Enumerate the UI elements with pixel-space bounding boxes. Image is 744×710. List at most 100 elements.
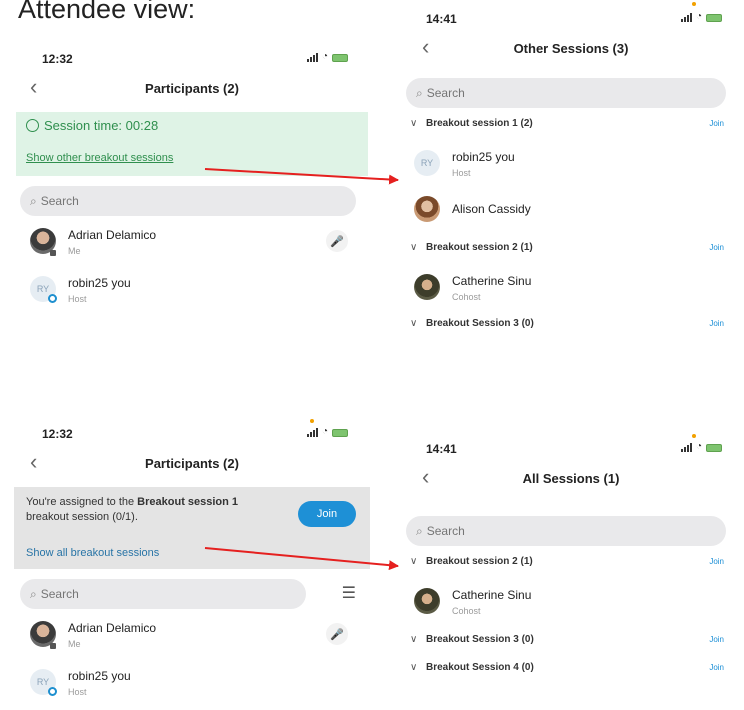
participant-row[interactable]: Adrian Delamico Me 🎤 [14,613,370,661]
participant-row[interactable]: RY robin25 you Host [14,268,370,316]
search-input[interactable] [426,86,675,100]
show-other-sessions-link[interactable]: Show other breakout sessions [26,152,173,164]
status-time: 14:41 [426,442,457,456]
screen-participants-assigned: 12:32 ◔ ‹ Participants (2) You're assign… [14,415,370,710]
battery-icon [706,444,722,452]
screen-all-sessions: 14:41 ◔ ‹ All Sessions (1) ⌕ ∨ Breakout … [398,430,744,710]
avatar: RY [414,150,440,176]
status-bar: 12:32 ◔ [14,415,370,447]
page-title: Participants (2) [145,456,239,471]
indicator-dot-icon [692,434,696,438]
search-bar[interactable]: ⌕ [20,186,356,216]
avatar [414,588,440,614]
session-row[interactable]: ∨ Breakout session 1 (2) Join [398,108,744,142]
nav-bar: ‹ Participants (2) [14,447,370,481]
session-row[interactable]: ∨ Breakout session 2 (1) Join [398,546,744,580]
session-name: Breakout session 1 (2) [426,118,533,129]
assignment-banner: You're assigned to the Breakout session … [14,487,370,569]
search-input[interactable] [426,524,675,538]
chevron-down-icon: ∨ [410,118,418,129]
status-time: 12:32 [42,427,73,441]
member-row[interactable]: Catherine Sinu Cohost [398,266,744,308]
search-input[interactable] [40,194,302,208]
participant-name: Adrian Delamico [68,621,157,635]
battery-icon [332,429,348,437]
session-time-text: Session time: 00:28 [44,118,159,133]
signal-icon [306,428,318,437]
screen-participants-green: 12:32 ◔ ‹ Participants (2) Session time:… [14,40,370,340]
magnifier-icon: ⌕ [416,85,423,100]
status-time: 14:41 [426,12,457,26]
wifi-icon: ◔ [321,426,328,437]
status-ring-icon [48,687,57,696]
page-title: Participants (2) [145,81,239,96]
list-icon[interactable]: ☰ [342,583,356,603]
page-title: Other Sessions (3) [513,41,629,56]
participant-name: Adrian Delamico [68,228,157,242]
member-role: Host [452,168,471,178]
search-input[interactable] [40,587,262,601]
mic-icon[interactable]: 🎤 [326,623,348,645]
join-link[interactable]: Join [709,119,724,128]
participant-role: Me [68,639,81,649]
signal-icon [306,53,318,62]
participant-row[interactable]: Adrian Delamico Me 🎤 [14,220,370,268]
session-time: Session time: 00:28 [26,118,358,133]
member-name: Catherine Sinu [452,274,532,288]
magnifier-icon: ⌕ [30,193,37,208]
join-link[interactable]: Join [709,319,724,328]
device-icon [50,250,56,256]
search-bar[interactable]: ⌕ [406,516,726,546]
session-name: Breakout Session 3 (0) [426,634,534,645]
clock-icon [26,119,39,132]
session-row[interactable]: ∨ Breakout Session 3 (0) Join [398,308,744,342]
session-name: Breakout Session 4 (0) [426,662,534,673]
chevron-down-icon: ∨ [410,318,418,329]
participant-role: Host [68,294,87,304]
status-icons: ◔ [306,426,348,437]
participant-role: Host [68,687,87,697]
status-bar: 14:41 ◔ [398,0,744,32]
chevron-down-icon: ∨ [410,556,418,567]
page-title: All Sessions (1) [522,471,620,486]
wifi-icon: ◔ [695,11,702,22]
battery-icon [332,54,348,62]
chevron-down-icon: ∨ [410,662,418,673]
member-row[interactable]: Alison Cassidy [398,188,744,232]
join-button[interactable]: Join [298,501,356,527]
show-all-sessions-link[interactable]: Show all breakout sessions [26,547,159,559]
chevron-down-icon: ∨ [410,634,418,645]
wifi-icon: ◔ [695,441,702,452]
status-bar: 14:41 ◔ [398,430,744,462]
participant-row[interactable]: RY robin25 you Host [14,661,370,709]
session-name: Breakout session 2 (1) [426,242,533,253]
nav-bar: ‹ All Sessions (1) [398,462,744,496]
session-row[interactable]: ∨ Breakout Session 4 (0) Join [398,652,744,686]
assignment-message: You're assigned to the Breakout session … [26,496,239,523]
nav-bar: ‹ Participants (2) [14,72,370,106]
screen-other-sessions: 14:41 ◔ ‹ Other Sessions (3) ⌕ ∨ Breakou… [398,0,744,350]
magnifier-icon: ⌕ [30,586,37,601]
magnifier-icon: ⌕ [416,523,423,538]
indicator-dot-icon [310,419,314,423]
mic-icon[interactable]: 🎤 [326,230,348,252]
member-row[interactable]: RY robin25 you Host [398,142,744,188]
participant-role: Me [68,246,81,256]
member-row[interactable]: Catherine Sinu Cohost [398,580,744,624]
session-name: Breakout Session 3 (0) [426,318,534,329]
status-icons: ◔ [306,52,348,62]
session-row[interactable]: ∨ Breakout session 2 (1) Join [398,232,744,266]
search-bar[interactable]: ⌕ [20,579,306,609]
participant-name: robin25 you [68,669,131,683]
session-banner: Session time: 00:28 Show other breakout … [16,112,368,176]
join-link[interactable]: Join [709,243,724,252]
join-link[interactable]: Join [709,635,724,644]
participant-name: robin25 you [68,276,131,290]
chevron-down-icon: ∨ [410,242,418,253]
search-bar[interactable]: ⌕ [406,78,726,108]
status-time: 12:32 [42,52,73,66]
join-link[interactable]: Join [709,663,724,672]
join-link[interactable]: Join [709,557,724,566]
status-ring-icon [48,294,57,303]
indicator-dot-icon [692,2,696,6]
